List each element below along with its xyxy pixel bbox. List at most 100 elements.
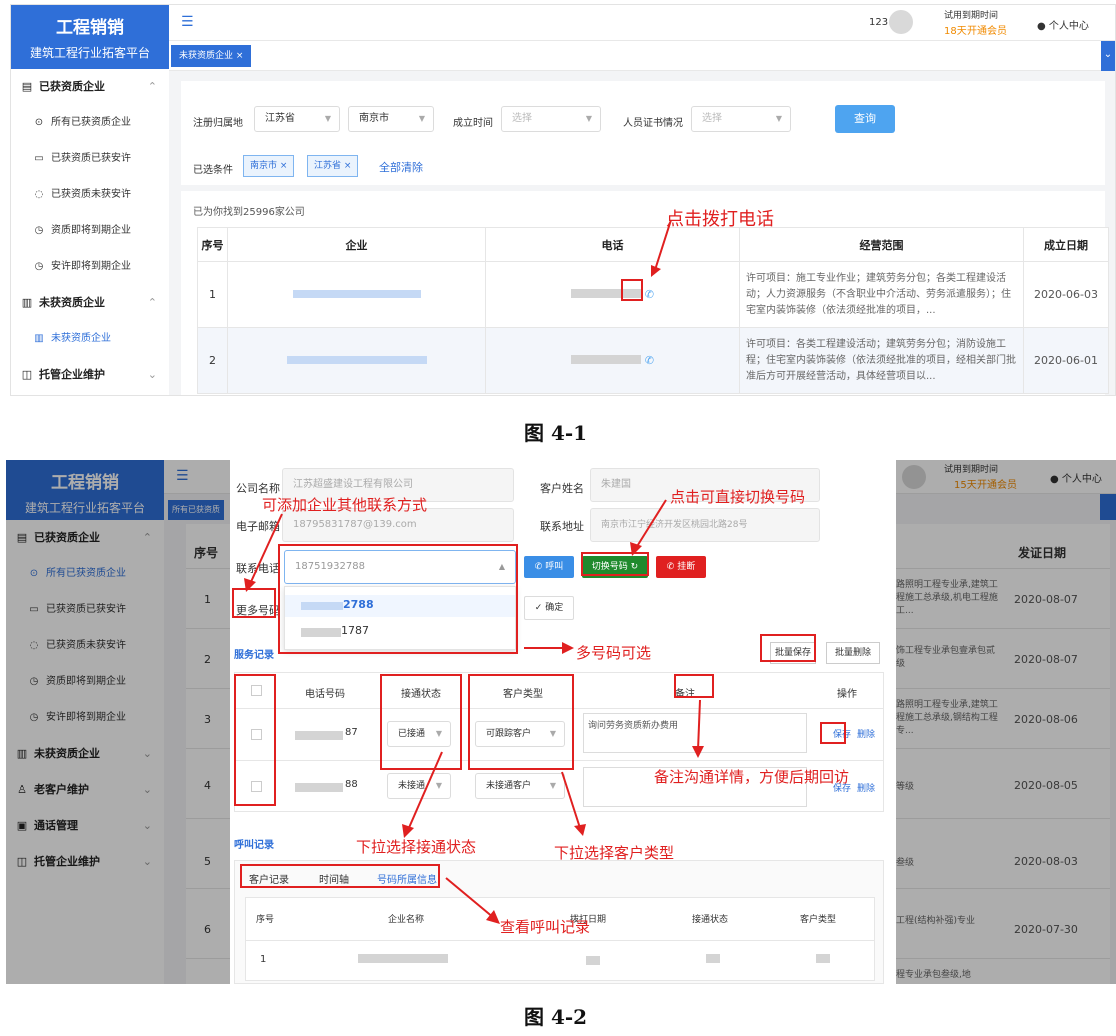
- phone-call-icon[interactable]: ✆: [645, 354, 654, 367]
- chevron-up-icon: ⌃: [147, 80, 157, 93]
- avatar[interactable]: [889, 10, 913, 34]
- sidebar-item-license-expiring[interactable]: ◷ 安许即将到期企业: [11, 249, 169, 285]
- search-icon: ⊙: [34, 117, 44, 128]
- chevron-down-icon: ▼: [775, 114, 782, 123]
- close-icon[interactable]: ×: [236, 51, 244, 61]
- sidebar-group-label: 未获资质企业: [39, 296, 105, 309]
- close-icon[interactable]: ×: [344, 161, 352, 171]
- founded-label: 成立时间: [453, 118, 493, 129]
- cert-placeholder: 选择: [702, 113, 722, 124]
- close-icon[interactable]: ×: [280, 161, 288, 171]
- cert-label: 人员证书情况: [623, 118, 683, 129]
- sidebar-group-unqualified[interactable]: ▥ 未获资质企业 ⌃: [11, 285, 169, 321]
- building-icon: ▥: [34, 333, 44, 344]
- sidebar-group-managed[interactable]: ◫ 托管企业维护 ⌄: [11, 357, 169, 393]
- province-value: 江苏省: [265, 113, 295, 124]
- chip-label: 江苏省: [314, 161, 342, 171]
- personal-center-label: 个人中心: [1048, 21, 1089, 32]
- region-label: 注册归属地: [193, 118, 243, 129]
- sidebar-item-unqualified[interactable]: ▥ 未获资质企业: [11, 321, 169, 357]
- scope-cell: 许可项目：各类工程建设活动；建筑劳务分包；消防设施工程；住宅室内装饰装修（依法须…: [739, 327, 1024, 394]
- menu-toggle-icon[interactable]: ☰: [181, 14, 194, 30]
- company-name-redacted: [292, 290, 421, 298]
- result-number: 25996: [243, 207, 275, 218]
- phone-cell: ✆: [485, 327, 740, 394]
- personal-center-link[interactable]: ● 个人中心: [1037, 17, 1089, 32]
- shield-icon: ◌: [34, 189, 44, 200]
- tab-unqualified[interactable]: 未获资质企业 ×: [171, 45, 252, 67]
- clock-icon: ◷: [34, 261, 44, 272]
- table-row[interactable]: 2 ✆ 许可项目：各类工程建设活动；建筑劳务分包；消防设施工程；住宅室内装饰装修…: [197, 327, 1109, 394]
- sidebar-item-label: 已获资质未获安许: [51, 189, 131, 200]
- chevron-down-icon: ▼: [585, 114, 592, 123]
- chip-label: 南京市: [250, 161, 278, 171]
- col-header-company: 企业: [227, 227, 486, 262]
- user-icon: ●: [1037, 21, 1046, 32]
- sidebar-item-label: 安许即将到期企业: [51, 261, 131, 272]
- screenshot-2: 工程销销 建筑工程行业拓客平台 ▤ 已获资质企业 ⌃ ⊙ 所有已获资质企业 ▭ 已获资质…: [6, 460, 1116, 984]
- city-value: 南京市: [359, 113, 389, 124]
- sidebar-item-qualified-unlicensed[interactable]: ◌ 已获资质未获安许: [11, 177, 169, 213]
- company-link[interactable]: [227, 261, 486, 328]
- app-subtitle: 建筑工程行业拓客平台: [29, 46, 150, 60]
- sidebar-item-label: 已获资质已获安许: [51, 153, 131, 164]
- col-header-no: 序号: [197, 227, 228, 262]
- province-select[interactable]: 江苏省 ▼: [254, 106, 340, 132]
- clear-all-link[interactable]: 全部清除: [379, 159, 423, 175]
- sidebar-group-label: 托管企业维护: [39, 368, 105, 381]
- sidebar-item-label: 所有已获资质企业: [51, 117, 131, 128]
- figure-caption-1: 图 4-1: [524, 421, 588, 445]
- filter-panel: 注册归属地 江苏省 ▼ 南京市 ▼ 成立时间 选择 ▼ 人员证书情况 选择 ▼ 查询 已…: [181, 81, 1105, 185]
- upgrade-link[interactable]: 开通会员: [967, 22, 1007, 37]
- figure-caption-2: 图 4-2: [524, 1005, 588, 1029]
- app-logo[interactable]: 工程销销 建筑工程行业拓客平台: [11, 5, 169, 69]
- city-select[interactable]: 南京市 ▼: [348, 106, 434, 132]
- founded-select[interactable]: 选择 ▼: [501, 106, 601, 132]
- user-id: 123: [869, 17, 889, 28]
- trial-days: 18天: [944, 26, 967, 37]
- date-cell: 2020-06-01: [1023, 327, 1109, 394]
- cert-select[interactable]: 选择 ▼: [691, 106, 791, 132]
- phone-call-icon[interactable]: ✆: [645, 288, 654, 301]
- folder-icon: ▭: [34, 153, 44, 164]
- result-prefix: 已为你找到: [193, 207, 243, 218]
- col-header-date: 成立日期: [1023, 227, 1109, 262]
- phone-redacted: [570, 355, 641, 364]
- query-button[interactable]: 查询: [835, 105, 895, 133]
- founded-placeholder: 选择: [512, 113, 532, 124]
- chevron-up-icon: ⌃: [147, 296, 157, 309]
- company-link[interactable]: [227, 327, 486, 394]
- building-icon: ▥: [21, 296, 33, 309]
- filter-chip-city[interactable]: 南京市 ×: [243, 155, 295, 177]
- result-suffix: 家公司: [274, 207, 305, 218]
- chevron-down-icon[interactable]: ⌄: [1101, 41, 1115, 71]
- sidebar-item-label: 资质即将到期企业: [51, 225, 131, 236]
- scope-cell: 许可项目：施工专业作业；建筑劳务分包；各类工程建设活动；人力资源服务（不含职业中…: [739, 261, 1024, 328]
- row-no: 1: [197, 261, 228, 328]
- tab-label: 未获资质企业: [179, 51, 234, 61]
- sidebar-item-qualification-expiring[interactable]: ◷ 资质即将到期企业: [11, 213, 169, 249]
- date-cell: 2020-06-03: [1023, 261, 1109, 328]
- sidebar-group-label: 已获资质企业: [39, 80, 105, 93]
- arrow-icon: [244, 499, 704, 924]
- selected-conditions-label: 已选条件: [193, 165, 233, 176]
- app-title: 工程销销: [56, 18, 124, 38]
- trial-label: 试用到期时间: [944, 11, 999, 21]
- chevron-down-icon: ▼: [418, 114, 425, 123]
- book-icon: ◫: [21, 368, 33, 381]
- result-count: 已为你找到25996家公司: [193, 203, 305, 218]
- sidebar-item-qualified-licensed[interactable]: ▭ 已获资质已获安许: [11, 141, 169, 177]
- top-bar: ☰ 123 试用到期时间 18天 开通会员 ● 个人中心: [169, 5, 1115, 41]
- tab-bar: 未获资质企业 × ⌄: [169, 41, 1115, 71]
- screenshot-1: 工程销销 建筑工程行业拓客平台 ▤ 已获资质企业 ⌃ ⊙ 所有已获资质企业 ▭ 已获资质…: [10, 4, 1116, 396]
- sidebar: ▤ 已获资质企业 ⌃ ⊙ 所有已获资质企业 ▭ 已获资质已获安许 ◌ 已获资质未获安许 ◷…: [11, 69, 169, 395]
- clock-icon: ◷: [34, 225, 44, 236]
- sidebar-group-qualified[interactable]: ▤ 已获资质企业 ⌃: [11, 69, 169, 105]
- row-no: 2: [197, 327, 228, 394]
- arrow-icon: [651, 219, 672, 277]
- company-name-redacted: [286, 356, 427, 364]
- filter-chip-province[interactable]: 江苏省 ×: [307, 155, 359, 177]
- sidebar-item-all-qualified[interactable]: ⊙ 所有已获资质企业: [11, 105, 169, 141]
- document-icon: ▤: [21, 80, 33, 93]
- sidebar-item-label: 未获资质企业: [51, 333, 111, 344]
